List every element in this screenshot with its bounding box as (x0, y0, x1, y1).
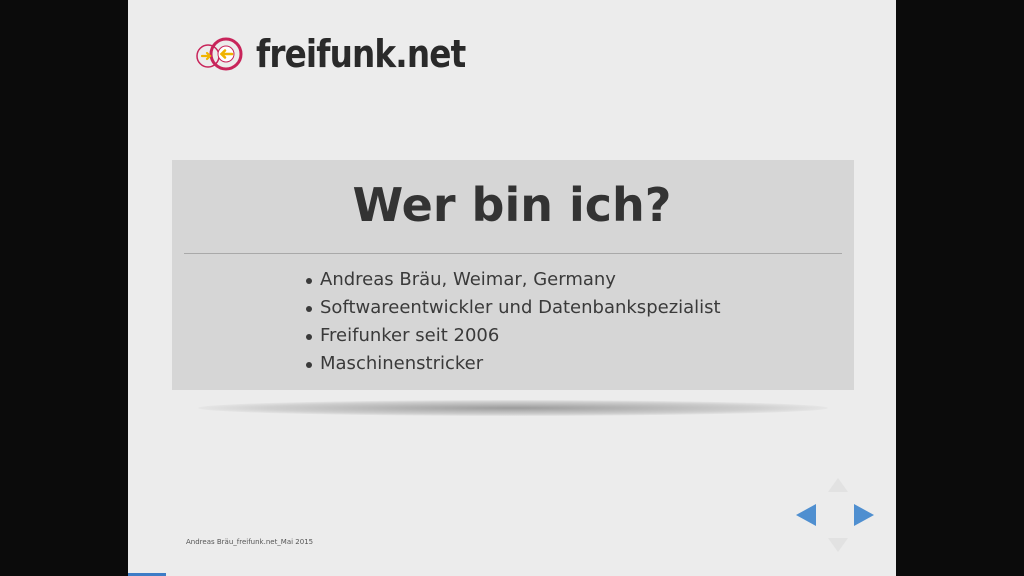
content-box-shadow (198, 400, 828, 416)
list-item: Maschinenstricker (306, 350, 721, 378)
nav-left-icon[interactable] (796, 504, 816, 526)
nav-down-icon[interactable] (828, 538, 848, 552)
freifunk-logo-icon (196, 37, 243, 71)
slide: freifunk.net Wer bin ich? Andreas Bräu, … (128, 0, 896, 576)
bullet-list: Andreas Bräu, Weimar, Germany Softwareen… (306, 266, 721, 378)
nav-up-icon[interactable] (828, 478, 848, 492)
bullet-text: Softwareentwickler und Datenbankspeziali… (320, 297, 721, 318)
bullet-icon (306, 334, 312, 340)
list-item: Softwareentwickler und Datenbankspeziali… (306, 294, 721, 322)
list-item: Freifunker seit 2006 (306, 322, 721, 350)
slide-navigation (792, 478, 882, 554)
title-divider (184, 253, 842, 254)
nav-right-icon[interactable] (854, 504, 874, 526)
presentation-stage: freifunk.net Wer bin ich? Andreas Bräu, … (0, 0, 1024, 576)
bullet-text: Freifunker seit 2006 (320, 325, 500, 346)
bullet-icon (306, 362, 312, 368)
slide-footer: Andreas Bräu_freifunk.net_Mai 2015 (186, 538, 314, 546)
bullet-text: Maschinenstricker (320, 353, 484, 374)
bullet-icon (306, 278, 312, 284)
bullet-icon (306, 306, 312, 312)
freifunk-logo: freifunk.net (194, 32, 499, 76)
slide-title: Wer bin ich? (352, 178, 672, 232)
bullet-text: Andreas Bräu, Weimar, Germany (320, 269, 616, 290)
list-item: Andreas Bräu, Weimar, Germany (306, 266, 721, 294)
logo-text: freifunk.net (256, 32, 466, 76)
